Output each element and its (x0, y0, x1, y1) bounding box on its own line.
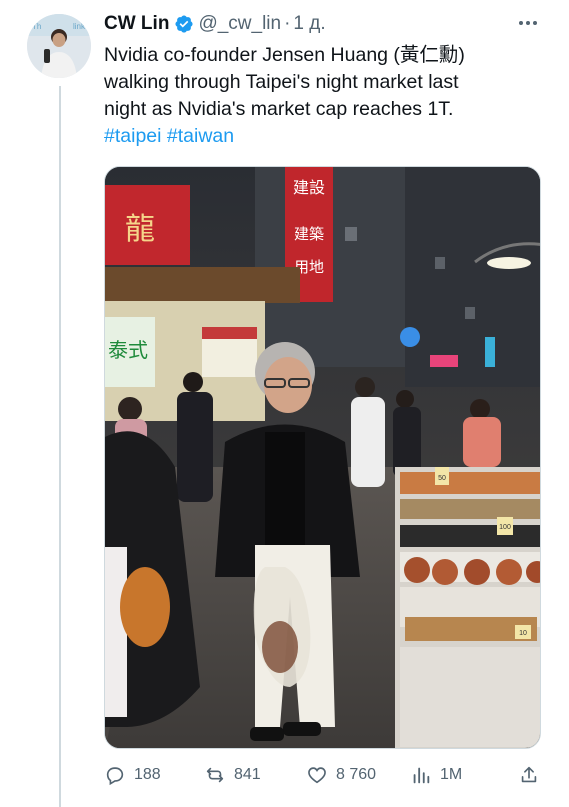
share-button[interactable] (518, 760, 548, 790)
views-button[interactable]: 1M (410, 760, 462, 790)
more-options-button[interactable] (514, 12, 542, 34)
repost-icon (206, 767, 224, 783)
tweet-text-line: night as Nvidia's market cap reaches 1T. (104, 98, 454, 120)
views-chart-icon (413, 767, 430, 784)
hashtag-link-taiwan[interactable]: #taiwan (167, 125, 234, 147)
timestamp[interactable]: 1 д. (293, 13, 325, 35)
svg-text:建築: 建築 (294, 225, 324, 243)
author-handle[interactable]: @_cw_lin (198, 13, 281, 35)
svg-text:link: link (73, 22, 86, 31)
avatar[interactable]: Th link (27, 14, 91, 78)
tweet-text-line: walking through Taipei's night market la… (104, 71, 459, 93)
reply-count: 188 (134, 766, 161, 783)
views-count: 1M (440, 766, 463, 783)
price-tag: 100 (499, 524, 511, 531)
night-market-photo: 建設 建築 用地 龍 泰式 50 100 10 (105, 167, 540, 748)
reply-button[interactable]: 188 (104, 760, 161, 790)
author-name[interactable]: CW Lin (104, 13, 169, 35)
action-bar: 188 841 8 760 1M (104, 760, 544, 790)
reply-icon (106, 767, 124, 786)
heart-icon (308, 767, 326, 784)
price-tag: 50 (438, 475, 446, 482)
hashtag-link-taipei[interactable]: #taipei (104, 125, 161, 147)
thread-line (59, 86, 61, 807)
repost-count: 841 (234, 766, 261, 783)
avatar-logo-text: Th (32, 22, 41, 31)
verified-badge-icon (175, 15, 193, 33)
hashtag-line: #taipei #taiwan (104, 123, 549, 150)
share-upload-icon (521, 766, 537, 783)
svg-text:泰式: 泰式 (108, 338, 148, 362)
tweet-text-line: Nvidia co-founder Jensen Huang (黃仁勳) (104, 44, 465, 66)
avatar-image: Th link (27, 14, 91, 78)
separator-dot: · (284, 13, 291, 34)
svg-text:龍: 龍 (125, 212, 155, 247)
like-button[interactable]: 8 760 (306, 760, 376, 790)
tweet-text: Nvidia co-founder Jensen Huang (黃仁勳) wal… (104, 42, 549, 150)
price-tag: 10 (519, 630, 527, 637)
sign-text: 建設 (293, 178, 325, 197)
tweet-photo[interactable]: 建設 建築 用地 龍 泰式 50 100 10 (104, 166, 541, 749)
like-count: 8 760 (336, 766, 377, 783)
more-dots-icon (519, 21, 523, 25)
repost-button[interactable]: 841 (204, 760, 261, 790)
tweet-header: CW Lin @_cw_lin · 1 д. (104, 11, 326, 37)
